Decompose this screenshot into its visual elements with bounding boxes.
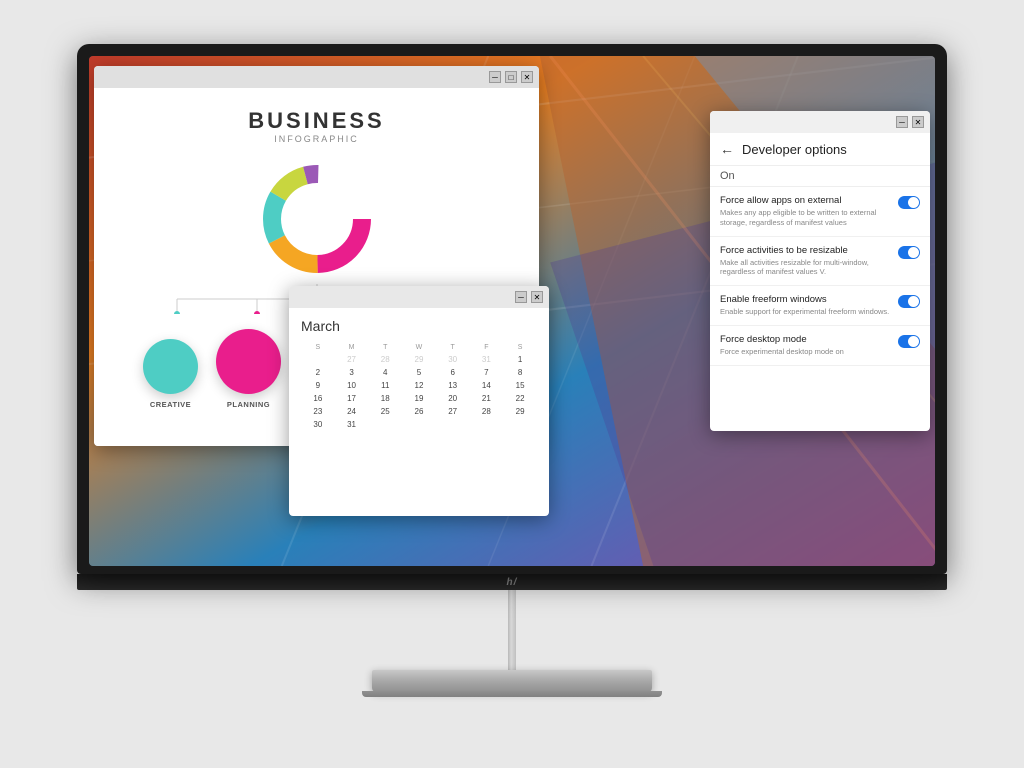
developer-titlebar: ─ ✕: [710, 111, 930, 133]
dev-option-1-text: Force allow apps on external Makes any a…: [720, 195, 890, 228]
cal-minimize-button[interactable]: ─: [515, 291, 527, 303]
dev-close-button[interactable]: ✕: [912, 116, 924, 128]
calendar-window: ─ ✕ March S M T W T F: [289, 286, 549, 516]
day-header-m: M: [335, 342, 369, 353]
dev-option-2-title: Force activities to be resizable: [720, 245, 890, 256]
day-header-s1: S: [301, 342, 335, 353]
dev-toggle-4[interactable]: [898, 335, 920, 348]
dev-option-1-desc: Makes any app eligible to be written to …: [720, 208, 890, 228]
calendar-titlebar: ─ ✕: [289, 286, 549, 308]
dev-option-2-desc: Make all activities resizable for multi-…: [720, 258, 890, 278]
day-header-t2: T: [436, 342, 470, 353]
calendar-week-2: 2 3 4 5 6 7 8: [301, 366, 537, 379]
calendar-week-6: 30 31: [301, 418, 537, 431]
dev-option-2-text: Force activities to be resizable Make al…: [720, 245, 890, 278]
dev-option-4-desc: Force experimental desktop mode on: [720, 347, 890, 357]
donut-chart: [257, 159, 377, 279]
dev-option-3-desc: Enable support for experimental freeform…: [720, 307, 890, 317]
minimize-button[interactable]: ─: [489, 71, 501, 83]
monitor-chin: h/: [77, 574, 947, 590]
day-header-w: W: [402, 342, 436, 353]
calendar-week-1: 27 28 29 30 31 1: [301, 353, 537, 366]
calendar-week-4: 16 17 18 19 20 21 22: [301, 392, 537, 405]
developer-status: On: [710, 166, 930, 187]
circle-planning: [216, 329, 281, 394]
dev-toggle-3[interactable]: [898, 295, 920, 308]
dev-option-4: Force desktop mode Force experimental de…: [710, 326, 930, 366]
monitor-base: [372, 670, 652, 692]
circle-item-planning: PLANNING: [216, 329, 281, 409]
dev-toggle-2[interactable]: [898, 246, 920, 259]
back-button[interactable]: ←: [720, 141, 734, 157]
monitor-frame: ─ □ ✕ BUSINESS INFOGRAPHIC: [77, 44, 947, 574]
calendar-grid: S M T W T F S 2: [301, 342, 537, 431]
infographic-subtitle: INFOGRAPHIC: [248, 134, 384, 144]
monitor-base-foot: [362, 691, 662, 697]
infographic-title: BUSINESS INFOGRAPHIC: [248, 108, 384, 144]
monitor: ─ □ ✕ BUSINESS INFOGRAPHIC: [62, 44, 962, 724]
calendar-week-3: 9 10 11 12 13 14 15: [301, 379, 537, 392]
infographic-main-title: BUSINESS: [248, 108, 384, 134]
calendar-week-5: 23 24 25 26 27 28 29: [301, 405, 537, 418]
developer-options-window: ─ ✕ ← Developer options On Force allow a…: [710, 111, 930, 431]
developer-title: Developer options: [742, 142, 847, 157]
calendar-content: March S M T W T F S: [289, 308, 549, 441]
infographic-titlebar: ─ □ ✕: [94, 66, 539, 88]
day-header-s2: S: [503, 342, 537, 353]
dev-option-1: Force allow apps on external Makes any a…: [710, 187, 930, 237]
cal-close-button[interactable]: ✕: [531, 291, 543, 303]
dev-minimize-button[interactable]: ─: [896, 116, 908, 128]
circle-item-creative: CREATIVE: [143, 339, 198, 409]
dev-option-3-text: Enable freeform windows Enable support f…: [720, 294, 890, 317]
monitor-screen: ─ □ ✕ BUSINESS INFOGRAPHIC: [89, 56, 935, 566]
circle-creative: [143, 339, 198, 394]
monitor-neck: [508, 590, 516, 670]
dev-option-4-text: Force desktop mode Force experimental de…: [720, 334, 890, 357]
dev-option-4-title: Force desktop mode: [720, 334, 890, 345]
dev-toggle-1[interactable]: [898, 196, 920, 209]
label-planning: PLANNING: [227, 400, 270, 409]
dev-option-1-title: Force allow apps on external: [720, 195, 890, 206]
dev-option-2: Force activities to be resizable Make al…: [710, 237, 930, 287]
dev-option-3: Enable freeform windows Enable support f…: [710, 286, 930, 326]
hp-logo: h/: [507, 577, 518, 588]
day-header-f: F: [470, 342, 504, 353]
day-header-t1: T: [368, 342, 402, 353]
dev-option-3-title: Enable freeform windows: [720, 294, 890, 305]
developer-header: ← Developer options: [710, 133, 930, 166]
label-creative: CREATIVE: [150, 400, 191, 409]
close-button[interactable]: ✕: [521, 71, 533, 83]
calendar-month-label: March: [301, 318, 537, 334]
maximize-button[interactable]: □: [505, 71, 517, 83]
